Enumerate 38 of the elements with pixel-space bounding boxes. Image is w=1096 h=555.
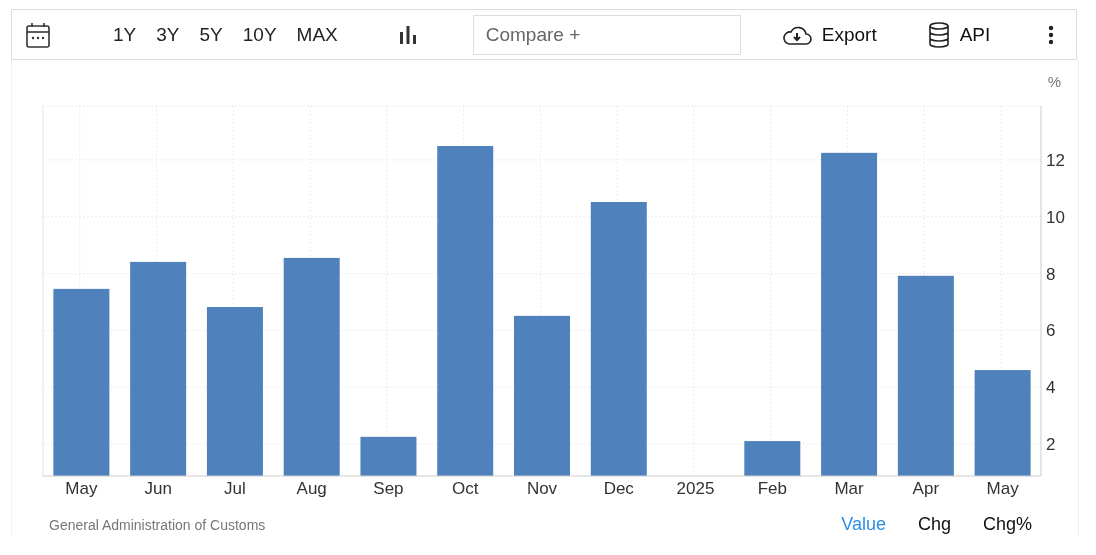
y-axis-label: 8 — [1046, 264, 1056, 284]
x-axis-label: Dec — [603, 479, 634, 498]
x-axis-label: Aug — [296, 479, 327, 498]
bar — [360, 436, 417, 476]
y-axis-label: 12 — [1046, 150, 1065, 170]
calendar-icon[interactable] — [26, 21, 50, 48]
range-button[interactable]: 1Y — [104, 21, 146, 48]
range-button[interactable]: MAX — [287, 21, 347, 48]
compare-field[interactable]: Compare + — [472, 14, 741, 55]
mode-link[interactable]: Chg — [917, 514, 951, 535]
range-button[interactable]: 3Y — [147, 21, 189, 48]
y-axis-label: 6 — [1046, 321, 1056, 341]
unit-label: % — [1047, 73, 1061, 90]
source-text: General Administration of Customs — [49, 516, 266, 533]
x-axis-label: Mar — [834, 479, 864, 498]
cloud-download-icon — [781, 24, 812, 45]
x-axis-label: May — [65, 479, 98, 498]
y-axis-label: 4 — [1046, 378, 1056, 398]
y-axis-label: 10 — [1046, 207, 1065, 227]
mode-link[interactable]: Chg% — [982, 514, 1032, 535]
database-icon — [927, 21, 950, 48]
x-axis-label: Jul — [224, 479, 246, 498]
export-button[interactable]: Export — [781, 23, 877, 46]
x-axis-label: Nov — [526, 479, 558, 498]
range-button[interactable]: 5Y — [190, 21, 232, 48]
bar-chart-icon[interactable] — [398, 25, 417, 44]
x-axis-label: Feb — [757, 479, 787, 498]
x-axis-label: Sep — [373, 479, 404, 498]
x-axis-label: May — [986, 479, 1019, 498]
x-axis-label: Apr — [912, 479, 940, 498]
more-icon[interactable] — [1048, 24, 1054, 45]
x-axis-label: 2025 — [676, 479, 715, 498]
range-button[interactable]: 10Y — [233, 21, 286, 48]
x-axis-label: Jun — [144, 479, 172, 498]
api-button[interactable]: API — [927, 21, 991, 48]
x-axis-label: Oct — [452, 479, 479, 498]
y-axis-label: 2 — [1046, 434, 1056, 454]
bar — [744, 441, 801, 476]
